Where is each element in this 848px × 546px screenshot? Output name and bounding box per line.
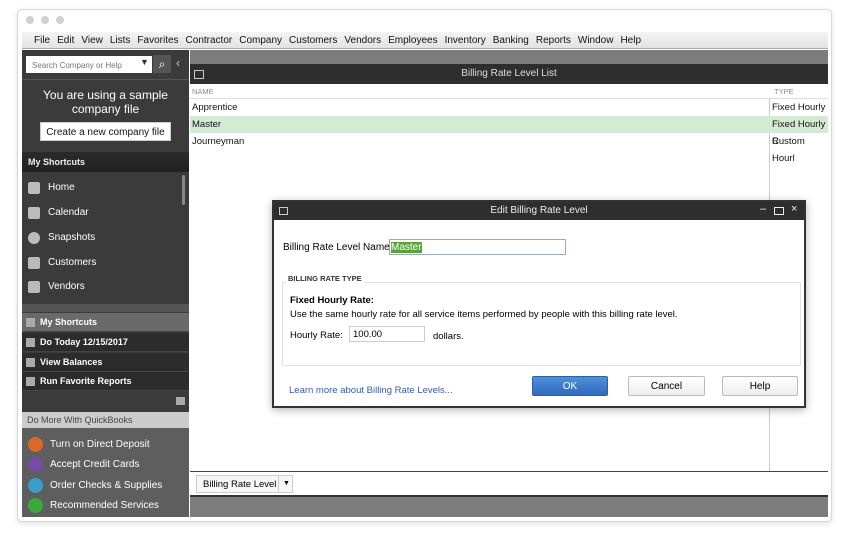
shortcut-snapshots[interactable]: Snapshots xyxy=(28,225,95,250)
home-icon xyxy=(28,181,40,194)
tab-my-shortcuts[interactable]: My Shortcuts xyxy=(22,313,189,332)
dialog-title: Edit Billing Rate Level xyxy=(274,202,804,220)
dropdown-arrow-icon[interactable]: ▼ xyxy=(278,475,294,493)
menu-vendors[interactable]: Vendors xyxy=(344,35,381,46)
tab-view-balances[interactable]: View Balances xyxy=(22,353,189,372)
minimize-dot[interactable] xyxy=(41,16,49,24)
edit-billing-rate-dialog: Edit Billing Rate Level – × Billing Rate… xyxy=(272,200,806,408)
person-icon xyxy=(28,256,40,269)
left-icon-bar: Search Company or Help ▼ ⌕ ‹ You are usi… xyxy=(22,50,189,517)
menu-contractor[interactable]: Contractor xyxy=(186,35,233,46)
deposit-icon xyxy=(28,436,43,452)
shortcut-customers[interactable]: Customers xyxy=(28,250,96,275)
column-header-name[interactable]: NAME xyxy=(192,87,214,96)
list-title: Billing Rate Level List xyxy=(190,64,828,84)
cancel-button[interactable]: Cancel xyxy=(628,376,705,396)
shortcuts-header: My Shortcuts xyxy=(22,152,189,172)
credit-cards-link[interactable]: Accept Credit Cards xyxy=(28,454,139,474)
menu-window[interactable]: Window xyxy=(578,35,614,46)
scrollbar[interactable] xyxy=(182,175,185,205)
shortcut-calendar[interactable]: Calendar xyxy=(28,200,89,225)
calendar-icon xyxy=(28,206,40,219)
zoom-dot[interactable] xyxy=(56,16,64,24)
do-more-header: Do More With QuickBooks xyxy=(22,412,189,428)
menu-file[interactable]: File xyxy=(34,35,50,46)
menu-view[interactable]: View xyxy=(81,35,103,46)
column-header-type[interactable]: TYPE xyxy=(774,87,794,96)
create-company-button[interactable]: Create a new company file xyxy=(40,122,171,141)
resize-handle[interactable] xyxy=(22,304,189,312)
search-icon[interactable]: ⌕ xyxy=(153,55,171,73)
ok-button[interactable]: OK xyxy=(532,376,608,396)
sample-company-text: You are using a sample company file xyxy=(43,88,168,116)
dialog-menu-icon[interactable] xyxy=(279,207,288,215)
menu-employees[interactable]: Employees xyxy=(388,35,437,46)
vendor-icon xyxy=(28,280,40,293)
tab-do-today[interactable]: Do Today 12/15/2017 xyxy=(22,333,189,352)
maximize-icon[interactable] xyxy=(774,207,784,215)
credit-card-icon xyxy=(28,456,43,472)
shortcut-home[interactable]: Home xyxy=(28,175,75,200)
learn-more-link[interactable]: Learn more about Billing Rate Levels... xyxy=(289,385,453,396)
menu-edit[interactable]: Edit xyxy=(57,35,74,46)
menu-company[interactable]: Company xyxy=(239,35,282,46)
menu-help[interactable]: Help xyxy=(620,35,641,46)
menu-inventory[interactable]: Inventory xyxy=(445,35,486,46)
collapse-icon[interactable]: ‹ xyxy=(176,56,180,70)
rate-type-label: Fixed Hourly Rate: xyxy=(290,295,374,306)
menu-banking[interactable]: Banking xyxy=(493,35,529,46)
rate-description: Use the same hourly rate for all service… xyxy=(290,309,678,320)
table-row[interactable]: ApprenticeFixed Hourly R xyxy=(190,99,828,130)
recommended-services-link[interactable]: Recommended Services xyxy=(28,495,159,515)
menu-customers[interactable]: Customers xyxy=(289,35,337,46)
menu-icon[interactable] xyxy=(176,397,185,405)
direct-deposit-link[interactable]: Turn on Direct Deposit xyxy=(28,434,150,454)
hourly-rate-label: Hourly Rate: xyxy=(290,330,343,341)
close-dot[interactable] xyxy=(26,16,34,24)
menu-lists[interactable]: Lists xyxy=(110,35,131,46)
tab-run-favorite-reports[interactable]: Run Favorite Reports xyxy=(22,372,189,391)
shortcut-vendors[interactable]: Vendors xyxy=(28,274,85,299)
hourly-rate-input[interactable]: 100.00 xyxy=(349,326,425,342)
search-dropdown-icon[interactable]: ▼ xyxy=(140,57,149,67)
table-row[interactable]: Journeyman Custom Hourl xyxy=(190,133,828,164)
pie-chart-icon xyxy=(28,231,40,244)
menu-reports[interactable]: Reports xyxy=(536,35,571,46)
table-row-selected[interactable]: Master Fixed Hourly R xyxy=(190,116,828,147)
name-label: Billing Rate Level Name xyxy=(283,242,390,253)
name-input[interactable]: Master xyxy=(389,239,566,255)
group-title: BILLING RATE TYPE xyxy=(286,274,364,283)
minimize-icon[interactable]: – xyxy=(760,203,766,215)
plus-icon xyxy=(28,497,43,513)
search-input[interactable]: Search Company or Help xyxy=(26,56,152,73)
close-icon[interactable]: × xyxy=(791,203,797,215)
window-menu-icon[interactable] xyxy=(194,70,204,79)
menu-favorites[interactable]: Favorites xyxy=(137,35,178,46)
order-checks-link[interactable]: Order Checks & Supplies xyxy=(28,475,162,495)
printer-icon xyxy=(28,477,43,493)
menu-bar: File Edit View Lists Favorites Contracto… xyxy=(22,32,828,49)
dollars-label: dollars. xyxy=(433,331,464,342)
help-button[interactable]: Help xyxy=(722,376,798,396)
